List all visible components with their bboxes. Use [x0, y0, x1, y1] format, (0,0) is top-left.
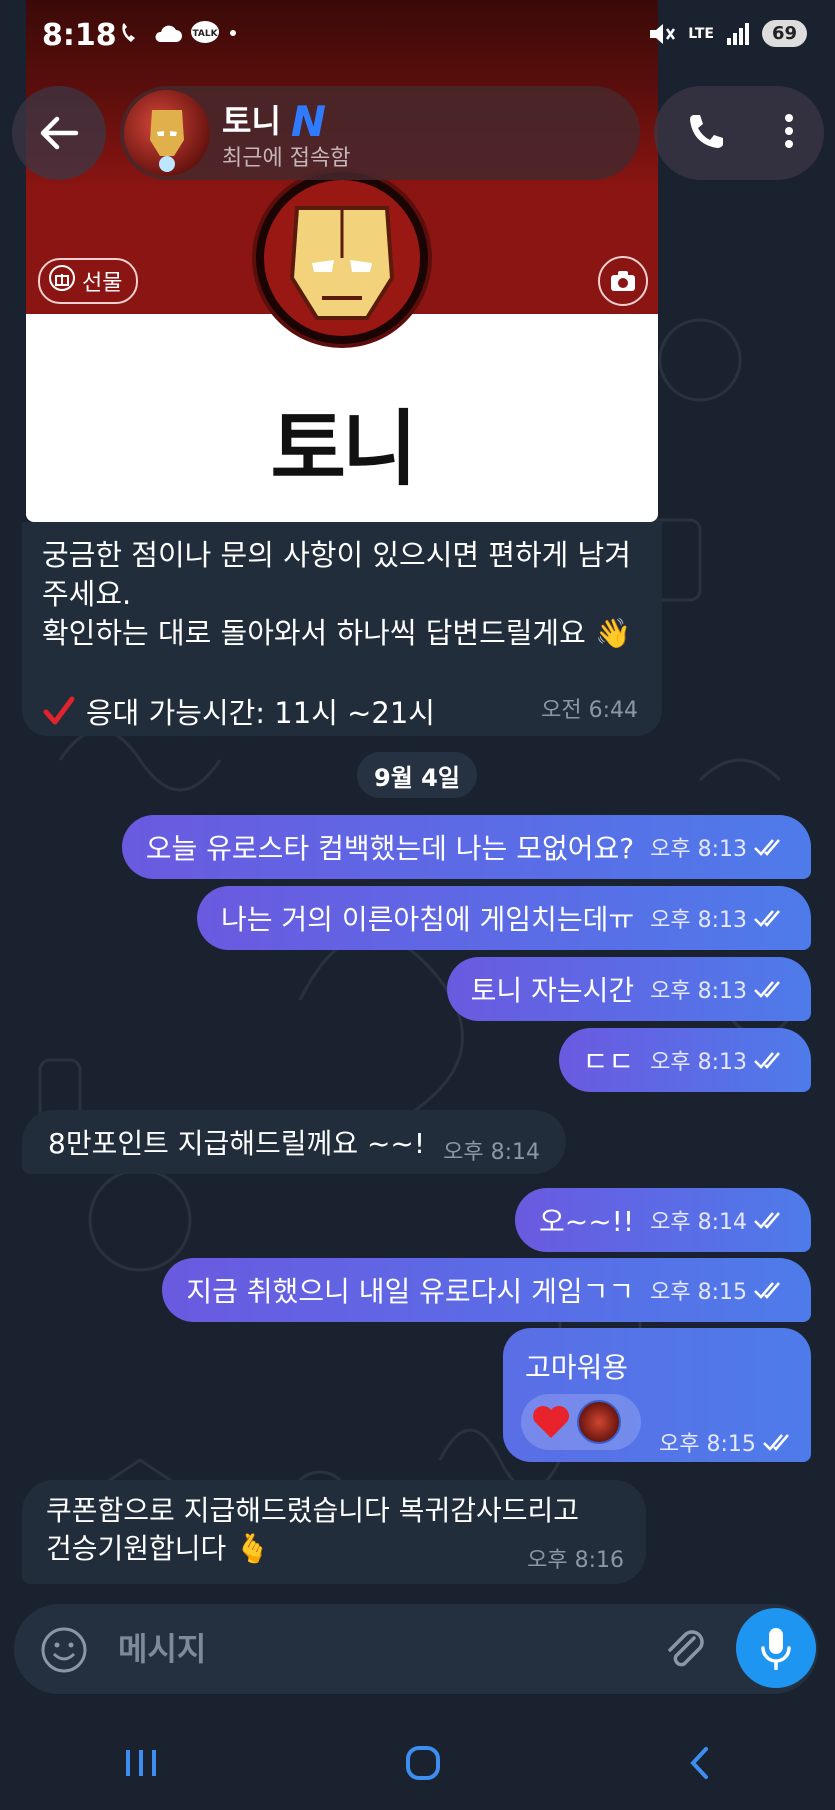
message-time: 오후 8:14 [443, 1140, 541, 1165]
network-type: LTE [688, 25, 714, 42]
message-text: 고마워용 [525, 1351, 629, 1384]
wifi-call-icon [122, 23, 135, 42]
emoji-button[interactable] [40, 1626, 88, 1678]
outgoing-message-bubble[interactable]: 고마워용 오후 8:15 [503, 1328, 811, 1462]
incoming-message-bubble[interactable]: 쿠폰함으로 지급해드렸습니다 복귀감사드리고 건승기원합니다 🫰 오후 8:16 [22, 1480, 646, 1584]
outgoing-message-bubble[interactable]: 나는 거의 이른아침에 게임치는데ㅠ 오후 8:13 [197, 886, 811, 950]
status-time: 8:18 [42, 18, 117, 53]
double-check-icon [754, 1052, 780, 1069]
call-button[interactable] [684, 111, 724, 155]
dot-icon [230, 30, 236, 36]
camera-button[interactable] [598, 256, 648, 306]
cloud-icon [155, 25, 182, 42]
profile-card: 선물 토니 [26, 0, 658, 522]
home-icon [405, 1746, 440, 1780]
message-reactions[interactable] [521, 1394, 641, 1450]
outgoing-message-bubble[interactable]: 오~~!! 오후 8:14 [514, 1188, 811, 1252]
outgoing-message-bubble[interactable]: 지금 취했으니 내일 유로다시 게임ㄱㄱ 오후 8:15 [162, 1258, 811, 1322]
paperclip-icon [668, 1630, 704, 1667]
mute-icon [650, 23, 676, 44]
gift-button[interactable]: 선물 [38, 258, 139, 304]
chevron-left-icon [689, 1747, 708, 1779]
incoming-message-bubble[interactable]: 8만포인트 지급해드릴께요 ~~! 오후 8:14 [22, 1110, 567, 1174]
message-text: ㄷㄷ [582, 1045, 635, 1078]
double-check-icon [754, 981, 780, 998]
message-text: 궁금한 점이나 문의 사항이 있으시면 편하게 남겨주세요. 확인하는 대로 돌… [42, 538, 632, 650]
message-text: 토니 자는시간 [470, 974, 635, 1007]
last-seen-status: 최근에 접속함 [222, 146, 351, 171]
system-navigation-bar [0, 1720, 835, 1810]
contact-badge: N [290, 97, 327, 146]
contact-name: 토니 [222, 102, 281, 140]
header-actions [654, 86, 824, 180]
message-time: 오후 8:13 [650, 837, 747, 862]
camera-icon [611, 271, 635, 291]
ironman-mask-image [252, 168, 432, 348]
talk-icon: TALK [191, 21, 219, 43]
smiley-icon [41, 1627, 87, 1673]
double-check-icon [763, 1434, 789, 1451]
svg-text:TALK: TALK [192, 29, 218, 39]
double-check-icon [754, 839, 780, 856]
status-notification-icons: TALK [118, 20, 238, 46]
contact-name-row: 토니 N [222, 96, 326, 146]
back-button[interactable] [12, 86, 106, 180]
avatar [124, 90, 210, 176]
chat-header[interactable]: 토니 N 최근에 접속함 [120, 86, 640, 180]
date-separator: 9월 4일 [357, 752, 477, 798]
message-composer [14, 1604, 818, 1694]
recents-icon [125, 1750, 156, 1776]
message-time: 오후 8:13 [650, 1050, 747, 1075]
message-text: 지금 취했으니 내일 유로다시 게임ㄱㄱ [186, 1275, 635, 1308]
message-time: 오후 8:14 [650, 1210, 747, 1235]
gift-label: 선물 [82, 271, 123, 296]
double-check-icon [754, 1212, 780, 1229]
battery-indicator: 69 [761, 20, 807, 47]
microphone-icon [761, 1628, 791, 1670]
double-check-icon [754, 910, 780, 927]
recent-apps-button[interactable] [124, 1748, 158, 1782]
gift-icon [48, 264, 76, 298]
message-time: 오후 8:13 [650, 979, 747, 1004]
reaction-avatar [577, 1400, 621, 1444]
more-vert-icon [784, 114, 793, 148]
system-back-button[interactable] [688, 1745, 712, 1785]
heart-icon [533, 1406, 569, 1438]
message-text: 오늘 유로스타 컴백했는데 나는 모없어요? [145, 832, 635, 865]
message-time: 오후 8:13 [650, 908, 747, 933]
arrow-left-icon [40, 116, 79, 150]
attach-button[interactable] [662, 1624, 708, 1676]
message-text: 나는 거의 이른아침에 게임치는데ㅠ [221, 903, 635, 936]
message-time: 오후 8:16 [527, 1548, 624, 1573]
outgoing-message-bubble[interactable]: 오늘 유로스타 컴백했는데 나는 모없어요? 오후 8:13 [121, 815, 811, 879]
profile-card-title: 토니 [270, 402, 418, 497]
message-time: 오후 8:15 [650, 1280, 747, 1305]
voice-record-button[interactable] [736, 1608, 816, 1688]
signal-icon [726, 22, 749, 45]
message-text: 8만포인트 지급해드릴께요 ~~! [48, 1127, 426, 1160]
message-input[interactable] [116, 1622, 540, 1676]
outgoing-message-bubble[interactable]: ㄷㄷ 오후 8:13 [558, 1028, 811, 1092]
service-hours-text: 응대 가능시간: 11시 ~21시 [86, 696, 435, 730]
incoming-message-bubble[interactable]: 궁금한 점이나 문의 사항이 있으시면 편하게 남겨주세요. 확인하는 대로 돌… [22, 522, 662, 736]
message-time: 오후 8:15 [659, 1432, 756, 1457]
service-hours-row: 응대 가능시간: 11시 ~21시 [42, 690, 435, 732]
home-button[interactable] [405, 1745, 441, 1785]
status-system-icons: LTE 69 [648, 20, 807, 47]
phone-icon [689, 115, 723, 148]
message-text: 오~~!! [538, 1205, 635, 1238]
double-check-icon [754, 1282, 780, 1299]
message-time: 오전 6:44 [541, 698, 638, 723]
check-mark-icon [43, 696, 75, 725]
more-options-button[interactable] [783, 113, 795, 153]
outgoing-message-bubble[interactable]: 토니 자는시간 오후 8:13 [446, 957, 811, 1021]
